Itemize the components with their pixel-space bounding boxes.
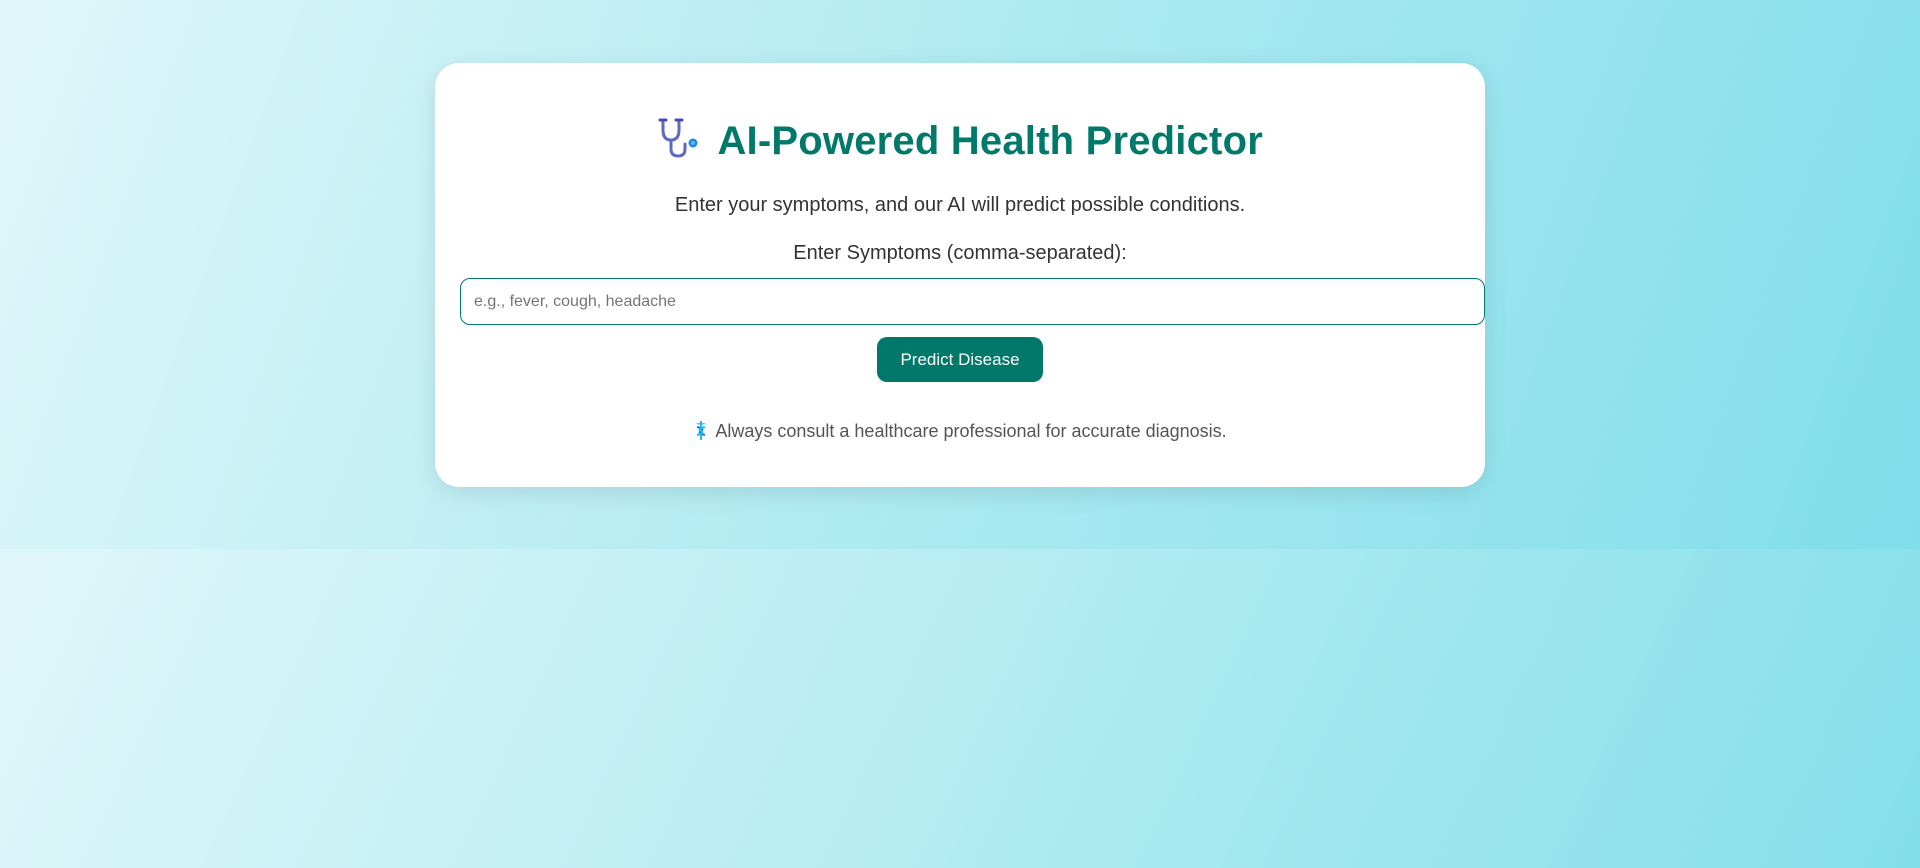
predictor-card: AI-Powered Health Predictor Enter your s… — [435, 63, 1485, 487]
page-title: AI-Powered Health Predictor — [717, 119, 1263, 163]
symptoms-input[interactable] — [460, 278, 1485, 325]
disclaimer-note: Always consult a healthcare professional… — [435, 421, 1485, 442]
symptoms-label: Enter Symptoms (comma-separated): — [793, 242, 1127, 264]
disclaimer-text: Always consult a healthcare professional… — [715, 421, 1227, 441]
page-subtitle: Enter your symptoms, and our AI will pre… — [674, 194, 1246, 216]
predict-disease-button[interactable]: Predict Disease — [877, 337, 1043, 382]
title-row: AI-Powered Health Predictor — [435, 116, 1485, 169]
caduceus-icon — [693, 420, 709, 441]
stethoscope-icon — [657, 116, 701, 160]
page-background-lower — [0, 549, 1920, 868]
